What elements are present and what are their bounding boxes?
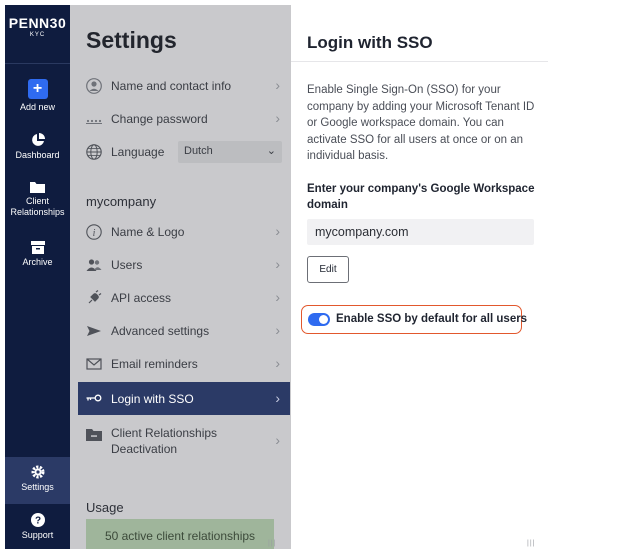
nav-add-new[interactable]: + Add new xyxy=(5,79,70,113)
settings-item-cr-deactivation[interactable]: Client Relationships Deactivation › xyxy=(78,420,290,460)
settings-item-email-reminders[interactable]: Email reminders › xyxy=(78,349,290,379)
usage-heading: Usage xyxy=(86,500,124,515)
settings-item-label: Login with SSO xyxy=(111,392,194,406)
nav-item-label: Settings xyxy=(21,482,54,492)
settings-item-login-sso[interactable]: Login with SSO › xyxy=(78,382,290,415)
send-icon xyxy=(87,326,101,336)
pie-chart-icon xyxy=(31,133,45,146)
language-select[interactable]: Dutch ⌄ xyxy=(178,141,282,163)
mail-icon xyxy=(86,358,102,370)
chevron-right-icon: › xyxy=(275,355,280,371)
person-icon xyxy=(86,78,102,94)
settings-item-label: Client Relationships Deactivation xyxy=(111,426,218,456)
sso-default-toggle[interactable] xyxy=(308,313,330,326)
settings-item-users[interactable]: Users › xyxy=(78,250,290,280)
settings-item-name-contact[interactable]: Name and contact info › xyxy=(78,71,290,101)
gear-icon xyxy=(31,465,44,479)
chevron-down-icon: ⌄ xyxy=(266,145,276,157)
nav-item-label: Add new xyxy=(19,102,56,112)
nav-archive[interactable]: Archive xyxy=(5,241,70,268)
users-icon xyxy=(86,259,102,271)
sso-default-toggle-row[interactable]: Enable SSO by default for all users xyxy=(301,305,527,334)
chevron-right-icon: › xyxy=(275,322,280,338)
globe-icon xyxy=(86,144,102,160)
resize-grip-icon: ||| xyxy=(268,540,277,547)
toggle-knob xyxy=(319,315,328,324)
edit-button[interactable]: Edit xyxy=(307,256,349,283)
settings-item-label: Advanced settings xyxy=(111,324,210,338)
chevron-right-icon: › xyxy=(275,289,280,305)
company-heading: mycompany xyxy=(86,194,157,209)
nav-settings-content: Settings xyxy=(5,465,70,493)
settings-item-name-logo[interactable]: i Name & Logo › xyxy=(78,217,290,247)
nav-item-label: Archive xyxy=(22,257,53,267)
nav-client-relationships[interactable]: Client Relationships xyxy=(5,181,70,218)
settings-item-label: Users xyxy=(111,258,143,272)
chevron-right-icon: › xyxy=(275,432,280,448)
logo-subtext: KYC xyxy=(29,32,46,38)
usage-badge: 50 active client relationships xyxy=(86,519,274,549)
nav-item-label: Dashboard xyxy=(15,150,60,160)
chevron-right-icon: › xyxy=(275,390,280,406)
settings-item-language: Language Dutch ⌄ xyxy=(78,137,290,167)
settings-item-label: Name and contact info xyxy=(111,79,232,93)
nav-item-label: Support xyxy=(21,530,54,540)
settings-item-change-password[interactable]: Change password › xyxy=(78,104,290,134)
settings-item-api-access[interactable]: API access › xyxy=(78,283,290,313)
panel-header: Login with SSO xyxy=(291,5,548,62)
info-icon: i xyxy=(86,224,102,240)
sso-panel: Login with SSO Enable Single Sign-On (SS… xyxy=(291,5,548,549)
settings-item-label: Change password xyxy=(111,112,208,126)
chevron-right-icon: › xyxy=(275,110,280,126)
main-nav: PENN30 KYC + Add new Dashboard Client Re… xyxy=(5,5,70,549)
domain-value: mycompany.com xyxy=(315,225,409,239)
svg-text:i: i xyxy=(93,228,96,239)
usage-text: 50 active client relationships xyxy=(104,529,256,543)
nav-item-label: Client Relationships xyxy=(10,196,65,217)
plug-icon xyxy=(88,290,102,304)
folder-minus-icon xyxy=(86,429,102,441)
toggle-label: Enable SSO by default for all users xyxy=(336,313,528,325)
settings-item-label: Name & Logo xyxy=(111,225,185,239)
logo-text: PENN30 xyxy=(8,15,67,31)
logo[interactable]: PENN30 KYC xyxy=(5,15,70,38)
archive-icon xyxy=(30,241,45,254)
panel-title: Login with SSO xyxy=(307,33,433,52)
key-icon xyxy=(86,394,102,402)
resize-grip-icon: ||| xyxy=(527,540,536,547)
chevron-right-icon: › xyxy=(275,223,280,239)
svg-text:?: ? xyxy=(34,516,40,527)
password-icon xyxy=(86,119,102,124)
folder-icon xyxy=(30,182,45,193)
domain-field[interactable]: mycompany.com xyxy=(307,219,534,245)
nav-dashboard[interactable]: Dashboard xyxy=(5,133,70,161)
settings-item-label: Language xyxy=(111,145,165,159)
settings-column: Settings Name and contact info › Change … xyxy=(70,5,291,549)
divider xyxy=(5,63,70,64)
chevron-right-icon: › xyxy=(275,256,280,272)
help-icon: ? xyxy=(30,513,45,527)
settings-item-label: Email reminders xyxy=(111,357,198,371)
chevron-right-icon: › xyxy=(275,77,280,93)
settings-item-advanced[interactable]: Advanced settings › xyxy=(78,316,290,346)
settings-item-label: API access xyxy=(111,291,172,305)
page-title: Settings xyxy=(86,27,177,53)
language-value: Dutch xyxy=(184,145,213,157)
domain-label: Enter your company's Google Workspace do… xyxy=(307,183,535,211)
nav-settings[interactable]: Settings xyxy=(5,457,70,504)
nav-support[interactable]: ? Support xyxy=(5,513,70,541)
sso-description: Enable Single Sign-On (SSO) for your com… xyxy=(307,84,535,162)
plus-icon: + xyxy=(27,79,48,99)
